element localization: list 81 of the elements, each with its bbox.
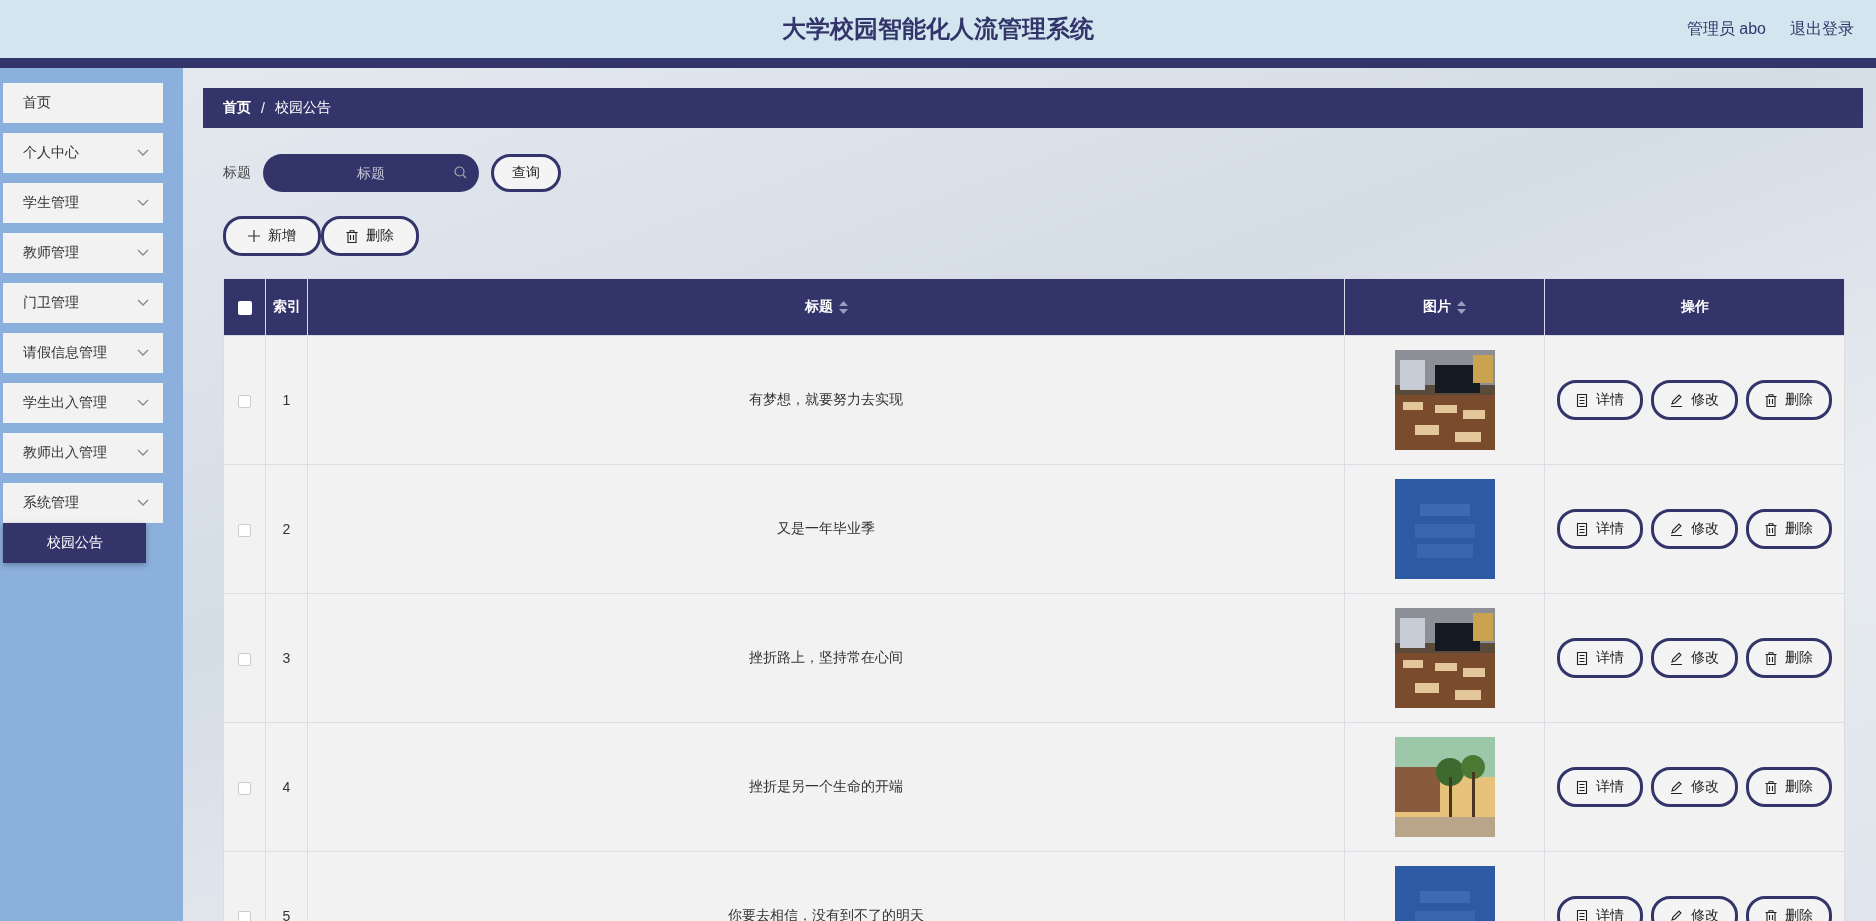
index-cell: 1 (282, 392, 291, 408)
chevron-icon (137, 199, 149, 207)
title-cell: 有梦想，就要努力去实现 (749, 391, 903, 407)
column-header[interactable]: 标题 (804, 298, 833, 316)
edit-button[interactable]: 修改 (1651, 509, 1738, 549)
sidebar-item[interactable]: 个人中心 (3, 133, 163, 173)
chevron-icon (137, 349, 149, 357)
sort-icon[interactable] (1457, 300, 1466, 314)
app-title: 大学校园智能化人流管理系统 (782, 14, 1094, 44)
breadcrumb-item[interactable]: 校园公告 (274, 99, 331, 117)
edit-button[interactable]: 修改 (1651, 638, 1738, 678)
delete-button[interactable]: 删除 (1746, 638, 1832, 678)
index-cell: 2 (282, 521, 291, 537)
document-icon (1576, 651, 1588, 665)
search-label: 标题 (223, 164, 251, 182)
chevron-icon (137, 399, 149, 407)
document-icon (1576, 909, 1588, 921)
trash-icon (1765, 651, 1777, 665)
delete-button[interactable]: 删除 (1746, 767, 1832, 807)
row-checkbox[interactable] (238, 394, 251, 408)
sidebar-item[interactable]: 学生出入管理 (3, 383, 163, 423)
sidebar-item[interactable]: 教师管理 (3, 233, 163, 273)
sidebar-item[interactable]: 教师出入管理 (3, 433, 163, 473)
pencil-icon (1670, 780, 1683, 794)
title-cell: 又是一年毕业季 (777, 520, 875, 536)
delete-button[interactable]: 删除 (1746, 509, 1832, 549)
chevron-icon (137, 299, 149, 307)
row-checkbox[interactable] (238, 781, 251, 795)
search-field[interactable]: 标题 (263, 154, 479, 192)
trash-icon (1765, 393, 1777, 407)
pencil-icon (1670, 522, 1683, 536)
index-cell: 3 (282, 650, 291, 666)
detail-button[interactable]: 详情 (1557, 380, 1643, 420)
trash-icon (1765, 780, 1777, 794)
column-header: 操作 (1680, 298, 1709, 316)
row-checkbox[interactable] (238, 523, 251, 537)
column-header: 索引 (272, 298, 301, 316)
delete-button[interactable]: 删除 (321, 216, 419, 256)
document-icon (1576, 522, 1588, 536)
chevron-icon (137, 449, 149, 457)
row-checkbox[interactable] (238, 652, 251, 666)
sidebar-item[interactable]: 门卫管理 (3, 283, 163, 323)
pencil-icon (1670, 651, 1683, 665)
query-button[interactable]: 查询 (491, 154, 561, 192)
chevron-icon (137, 149, 149, 157)
search-icon (454, 166, 467, 179)
column-header[interactable]: 图片 (1423, 298, 1451, 316)
edit-button[interactable]: 修改 (1651, 380, 1738, 420)
pencil-icon (1670, 909, 1683, 921)
logout-link[interactable]: 退出登录 (1790, 18, 1854, 40)
title-cell: 挫折是另一个生命的开端 (749, 778, 903, 794)
select-all-checkbox[interactable] (237, 301, 252, 316)
sidebar-item[interactable]: 首页 (3, 83, 163, 123)
sidebar-item[interactable]: 系统管理 (3, 483, 163, 523)
chevron-icon (137, 499, 149, 507)
breadcrumb-item[interactable]: 首页 (223, 99, 251, 117)
add-button[interactable]: 新增 (223, 216, 321, 256)
trash-icon (1765, 522, 1777, 536)
plus-icon (248, 230, 260, 242)
title-cell: 挫折路上，坚持常在心间 (749, 649, 903, 665)
chevron-icon (137, 249, 149, 257)
pencil-icon (1670, 393, 1683, 407)
detail-button[interactable]: 详情 (1557, 638, 1643, 678)
sidebar-item[interactable]: 学生管理 (3, 183, 163, 223)
sidebar-item[interactable]: 请假信息管理 (3, 333, 163, 373)
document-icon (1576, 393, 1588, 407)
sidebar-subitem[interactable]: 校园公告 (3, 523, 146, 563)
index-cell: 5 (282, 908, 291, 921)
user-label: 管理员 abo (1686, 18, 1766, 39)
detail-button[interactable]: 详情 (1557, 896, 1643, 921)
document-icon (1576, 780, 1588, 794)
sort-icon[interactable] (838, 300, 848, 314)
edit-button[interactable]: 修改 (1651, 767, 1738, 807)
breadcrumb-separator: / (261, 100, 265, 116)
detail-button[interactable]: 详情 (1557, 767, 1643, 807)
trash-icon (346, 229, 358, 243)
detail-button[interactable]: 详情 (1557, 509, 1643, 549)
delete-button[interactable]: 删除 (1746, 380, 1832, 420)
row-checkbox[interactable] (238, 910, 251, 921)
trash-icon (1765, 909, 1777, 921)
index-cell: 4 (282, 779, 291, 795)
